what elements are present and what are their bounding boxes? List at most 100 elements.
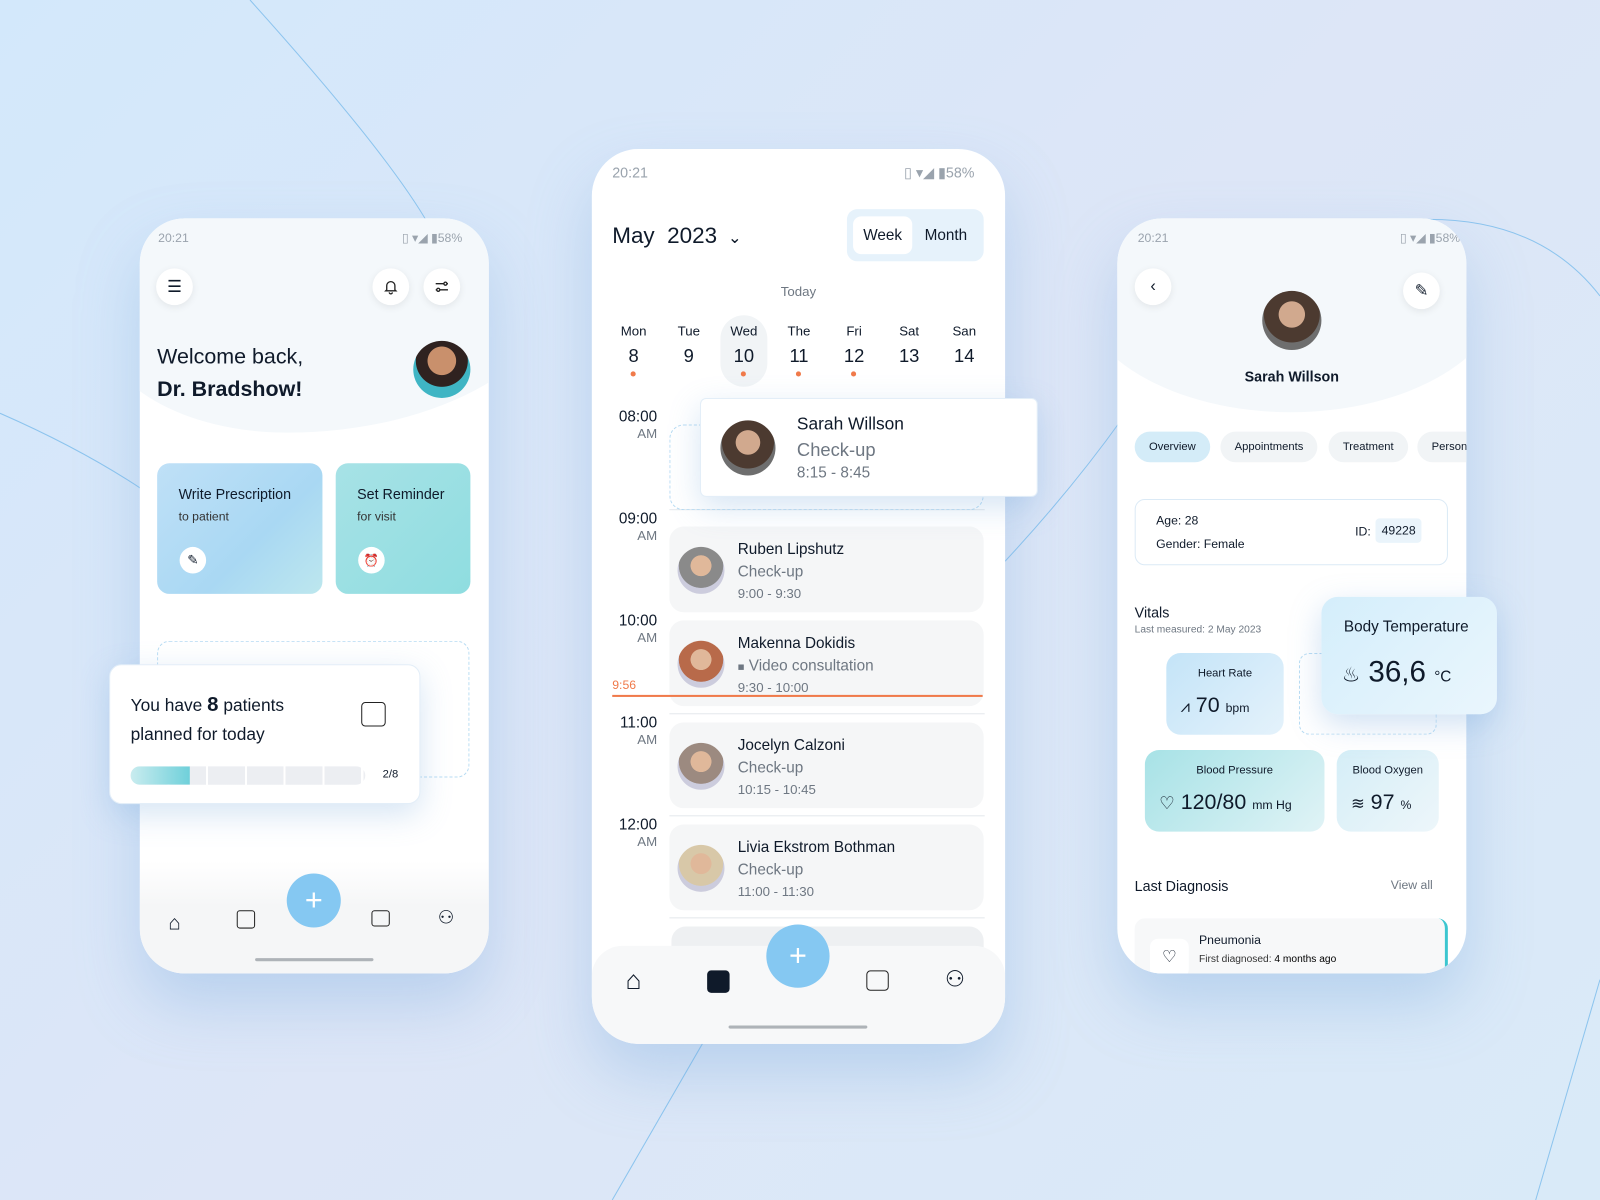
status-icons: ▯ ▾◢ ▮58% xyxy=(401,230,463,245)
patient-info-card: Age: 28 Gender: Female ID: 49228 xyxy=(1134,498,1448,566)
appointment-type: Check-up xyxy=(737,563,804,581)
status-time: 20:21 xyxy=(612,164,649,181)
tab-personal[interactable]: Personal xyxy=(1417,431,1467,463)
thermometer-icon: ♨ xyxy=(1341,664,1361,687)
vital-value: ♨ 36,6 °C xyxy=(1341,656,1452,689)
blood-pressure-card[interactable]: Blood Pressure ♡ 120/80 mm Hg xyxy=(1144,749,1325,832)
menu-button[interactable]: ☰ xyxy=(156,268,193,306)
hour-label: 08:00 AM xyxy=(618,408,658,441)
calendar-icon[interactable] xyxy=(707,970,730,993)
calendar-icon[interactable] xyxy=(236,910,256,929)
day-mon[interactable]: Mon 8 xyxy=(610,315,657,386)
hour-label: 10:00 AM xyxy=(618,612,658,645)
patient-name: Sarah Willson xyxy=(796,414,904,434)
diagnosis-date: First diagnosed: 4 months ago xyxy=(1198,954,1337,966)
appointment-card[interactable]: Jocelyn Calzoni Check-up 10:15 - 10:45 xyxy=(669,722,984,809)
appointment-time: 8:15 - 8:45 xyxy=(796,464,871,482)
patient-name: Makenna Dokidis xyxy=(737,634,856,653)
alarm-icon: ⏰ xyxy=(358,546,385,574)
action-subtitle: for visit xyxy=(357,509,396,524)
heart-icon: ♡ xyxy=(1149,938,1189,974)
month-selector[interactable]: May 2023 ⌄ xyxy=(612,222,741,249)
users-icon[interactable]: ⚇ xyxy=(945,966,965,993)
view-toggle: Week Month xyxy=(846,209,984,262)
edit-icon: ✎ xyxy=(1414,282,1429,300)
day-sat[interactable]: Sat 13 xyxy=(886,315,933,386)
wind-icon: ≋ xyxy=(1351,795,1365,814)
vital-label: Body Temperature xyxy=(1343,618,1469,636)
last-diagnosis-title: Last Diagnosis xyxy=(1134,877,1229,894)
appointment-card[interactable]: Ruben Lipshutz Check-up 9:00 - 9:30 xyxy=(669,526,984,613)
home-icon[interactable]: ⌂ xyxy=(626,964,642,996)
home-icon[interactable]: ⌂ xyxy=(168,912,180,935)
appointment-card[interactable]: Livia Ekstrom Bothman Check-up 11:00 - 1… xyxy=(669,824,984,911)
avatar xyxy=(677,844,725,892)
id-label: ID: xyxy=(1355,524,1371,539)
bell-icon xyxy=(384,280,398,295)
tab-overview[interactable]: Overview xyxy=(1134,431,1211,463)
patient-screen: 20:21 ▯ ▾◢ ▮58% ‹ ✎ Sarah Willson Overvi… xyxy=(1117,218,1467,974)
tab-appointments[interactable]: Appointments xyxy=(1220,431,1318,463)
users-icon[interactable]: ⚇ xyxy=(438,907,454,928)
welcome-text: Welcome back, xyxy=(157,344,304,369)
patients-summary-card: You have 8 patients planned for today 2/8 xyxy=(109,664,421,805)
body-temperature-card[interactable]: Body Temperature ♨ 36,6 °C xyxy=(1321,596,1497,715)
tab-treatment[interactable]: Treatment xyxy=(1328,431,1408,463)
day-the[interactable]: The 11 xyxy=(776,315,823,386)
appointment-time: 11:00 - 11:30 xyxy=(737,883,814,899)
set-reminder-card[interactable]: Set Reminder for visit ⏰ xyxy=(335,463,471,594)
day-name: Wed xyxy=(730,323,758,339)
pulse-icon: ⩘ xyxy=(1180,698,1190,717)
day-number: 8 xyxy=(628,345,639,367)
tab-month[interactable]: Month xyxy=(914,216,977,254)
tab-week[interactable]: Week xyxy=(853,216,913,255)
avatar xyxy=(677,546,725,594)
patient-name: Sarah Willson xyxy=(1244,368,1339,385)
appointment-type: Check-up xyxy=(737,861,804,879)
add-button[interactable]: + xyxy=(766,924,830,988)
chat-icon[interactable] xyxy=(371,910,390,927)
filter-button[interactable] xyxy=(423,268,461,306)
featured-appointment[interactable]: Sarah Willson Check-up 8:15 - 8:45 xyxy=(699,397,1038,497)
status-time: 20:21 xyxy=(1137,230,1169,245)
hour-label: 09:00 AM xyxy=(618,510,658,543)
gender: Gender: Female xyxy=(1156,536,1245,552)
calendar-icon xyxy=(361,702,386,727)
edit-button[interactable]: ✎ xyxy=(1403,272,1440,310)
doctor-name: Dr. Bradshow! xyxy=(157,377,303,402)
event-dot xyxy=(740,371,746,377)
appointment-type: ■ Video consultation xyxy=(737,657,874,675)
appointment-card[interactable]: Makenna Dokidis ■ Video consultation 9:3… xyxy=(669,620,984,707)
age: Age: 28 xyxy=(1156,513,1199,528)
day-tue[interactable]: Tue 9 xyxy=(665,315,712,386)
calendar-screen: 20:21 ▯ ▾◢ ▮58% May 2023 ⌄ Week Month To… xyxy=(591,148,1006,1044)
notifications-button[interactable] xyxy=(372,268,410,306)
video-icon: ■ xyxy=(737,661,745,674)
view-all-link[interactable]: View all xyxy=(1391,878,1433,892)
back-button[interactable]: ‹ xyxy=(1134,268,1172,306)
day-wed[interactable]: Wed 10 xyxy=(720,315,768,387)
day-number: 11 xyxy=(789,345,809,367)
diagnosis-card[interactable]: ♡ Pneumonia First diagnosed: 4 months ag… xyxy=(1134,918,1448,974)
vitals-title: Vitals xyxy=(1134,604,1170,621)
avatar xyxy=(1262,290,1322,350)
day-number: 12 xyxy=(843,345,865,367)
status-icons: ▯ ▾◢ ▮58% xyxy=(1399,230,1461,245)
day-name: Sat xyxy=(899,323,920,339)
heart-rate-card[interactable]: Heart Rate ⩘ 70 bpm xyxy=(1166,653,1284,735)
add-button[interactable]: + xyxy=(286,873,341,928)
day-name: San xyxy=(952,323,977,339)
diagnosis-name: Pneumonia xyxy=(1198,932,1261,947)
chat-icon[interactable] xyxy=(866,970,889,991)
avatar xyxy=(720,420,776,476)
blood-oxygen-card[interactable]: Blood Oxygen ≋ 97 % xyxy=(1336,749,1439,832)
appointment-type: Check-up xyxy=(737,759,804,777)
day-fri[interactable]: Fri 12 xyxy=(831,315,878,386)
write-prescription-card[interactable]: Write Prescription to patient ✎ xyxy=(157,463,323,594)
avatar[interactable] xyxy=(413,340,471,398)
patients-text: You have 8 patients planned for today xyxy=(130,693,285,744)
day-name: The xyxy=(787,323,811,339)
day-san[interactable]: San 14 xyxy=(941,315,988,386)
heart-icon: ♡ xyxy=(1159,793,1175,814)
vital-label: Heart Rate xyxy=(1197,667,1253,680)
